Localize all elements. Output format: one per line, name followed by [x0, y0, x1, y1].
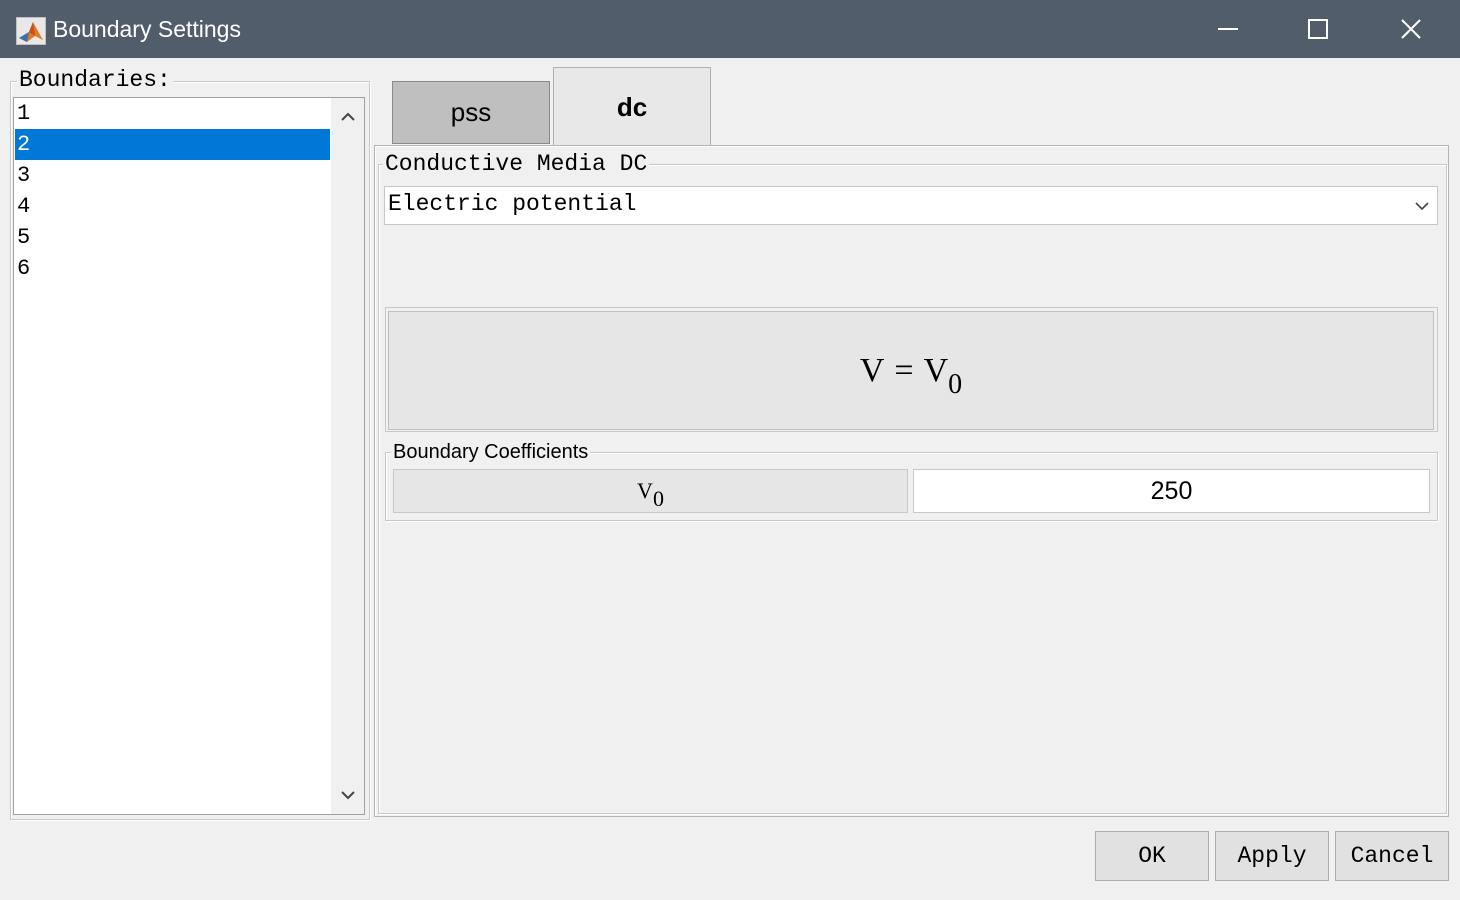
boundary-coefficients-label: Boundary Coefficients	[391, 441, 591, 464]
title-bar: Boundary Settings	[0, 0, 1460, 58]
coefficient-value-input[interactable]	[913, 469, 1430, 513]
list-item[interactable]: 3	[15, 160, 330, 191]
tab-pss[interactable]: pss	[392, 81, 550, 144]
dropdown-arrow[interactable]	[1407, 187, 1437, 224]
close-icon	[1401, 19, 1421, 39]
chevron-up-icon	[340, 112, 355, 121]
equation-lhs: V	[859, 351, 885, 389]
boundaries-label: Boundaries:	[17, 67, 173, 93]
apply-button[interactable]: Apply	[1215, 831, 1329, 881]
list-item[interactable]: 5	[15, 222, 330, 253]
scroll-down-button[interactable]	[331, 778, 364, 812]
conductive-media-label: Conductive Media DC	[383, 151, 650, 177]
scroll-up-button[interactable]	[331, 100, 364, 134]
list-item[interactable]: 1	[15, 98, 330, 129]
minimize-button[interactable]	[1182, 0, 1274, 58]
maximize-icon	[1308, 19, 1328, 39]
ok-button[interactable]: OK	[1095, 831, 1209, 881]
list-scrollbar[interactable]	[331, 98, 364, 814]
coefficient-subscript: 0	[652, 486, 664, 511]
matlab-app-icon	[16, 17, 46, 45]
list-item[interactable]: 6	[15, 253, 330, 284]
chevron-down-icon	[340, 791, 355, 800]
minimize-icon	[1218, 28, 1238, 30]
tab-dc[interactable]: dc	[553, 67, 711, 146]
coefficient-symbol: V	[637, 478, 653, 503]
close-button[interactable]	[1365, 0, 1457, 58]
maximize-button[interactable]	[1272, 0, 1364, 58]
equation-display: V = V0	[388, 311, 1434, 430]
condition-dropdown[interactable]: Electric potential	[384, 186, 1438, 225]
equation-operator: =	[894, 351, 914, 389]
window-title: Boundary Settings	[53, 16, 241, 42]
list-item[interactable]: 4	[15, 191, 330, 222]
boundaries-listbox[interactable]: 1 2 3 4 5 6	[13, 97, 365, 815]
equation-rhs-subscript: 0	[948, 368, 963, 400]
list-item-selected[interactable]: 2	[15, 129, 330, 160]
condition-value: Electric potential	[388, 191, 637, 217]
coefficient-label: V0	[393, 469, 908, 513]
chevron-down-icon	[1415, 201, 1429, 210]
equation-rhs: V	[923, 351, 949, 389]
cancel-button[interactable]: Cancel	[1335, 831, 1449, 881]
